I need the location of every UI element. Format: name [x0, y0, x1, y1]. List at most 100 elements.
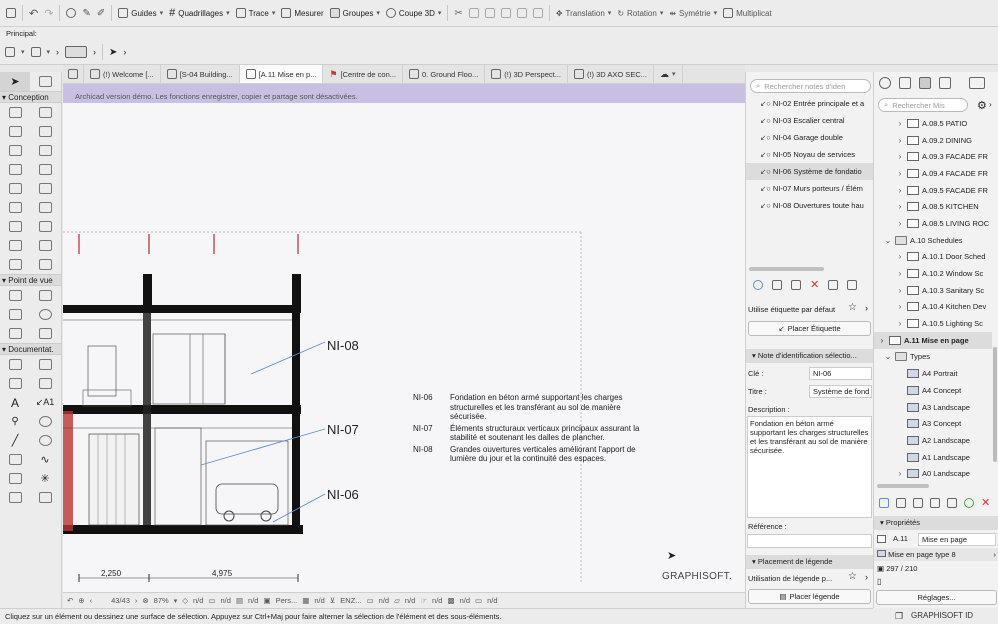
- tree-item[interactable]: A3 Landscape: [874, 399, 992, 416]
- radial-dimension-tool[interactable]: [0, 374, 30, 393]
- chevron-left-icon[interactable]: ‹: [90, 596, 93, 605]
- trim-icon[interactable]: [484, 8, 495, 18]
- layout-settings-icon[interactable]: [947, 498, 957, 508]
- label-tool[interactable]: ↙A1: [30, 393, 60, 412]
- place-legend-button[interactable]: ▤ Placer légende: [748, 589, 871, 604]
- notes-scrollbar[interactable]: [749, 267, 824, 271]
- dimension-tool[interactable]: [0, 355, 30, 374]
- layer-combo[interactable]: n/d: [193, 596, 203, 605]
- beam-tool[interactable]: [30, 122, 60, 141]
- tree-item[interactable]: › A.10.5 Lighting Sc: [874, 315, 992, 332]
- note-tag-ni-08[interactable]: NI-08: [327, 338, 359, 353]
- tree-item[interactable]: › A.08.5 KITCHEN: [874, 198, 992, 215]
- curtainwall-tool[interactable]: [0, 217, 30, 236]
- renovation-combo[interactable]: ENZ...: [340, 596, 361, 605]
- chevron-right-icon[interactable]: ›: [123, 47, 126, 57]
- tab-ground-floor[interactable]: 0. Ground Floo...: [403, 65, 486, 83]
- note-item-ni-02[interactable]: ↙○ NI-02 Entrée principale et a: [746, 95, 874, 112]
- tree-item[interactable]: › A.10.4 Kitchen Dev: [874, 299, 992, 316]
- chevron-right-icon[interactable]: ›: [896, 169, 904, 178]
- morph-tool[interactable]: [30, 217, 60, 236]
- export-icon[interactable]: [847, 280, 858, 290]
- layout-book-icon[interactable]: [919, 77, 931, 89]
- hatch-tool[interactable]: [0, 469, 30, 488]
- notes-search-input[interactable]: ⌕ Rechercher notes d'iden: [750, 79, 871, 93]
- gear-icon[interactable]: ⚙: [977, 99, 987, 112]
- note-item-ni-07[interactable]: ↙○ NI-07 Murs porteurs / Élém: [746, 180, 874, 197]
- layout-canvas[interactable]: Archicad version démo. Les fonctions enr…: [63, 84, 745, 592]
- pointer-icon[interactable]: ➤: [109, 47, 117, 58]
- display-combo[interactable]: n/d: [432, 596, 442, 605]
- angle-dimension-tool[interactable]: [30, 374, 60, 393]
- scissors-icon[interactable]: ✂: [454, 8, 462, 19]
- groups-button[interactable]: Groupes ▾: [329, 8, 380, 18]
- filter-combo[interactable]: n/d: [460, 596, 470, 605]
- tree-item[interactable]: A4 Concept: [874, 382, 992, 399]
- stair-tool[interactable]: [0, 198, 30, 217]
- door-tool[interactable]: [0, 141, 30, 160]
- model-view-combo[interactable]: Pers...: [276, 596, 298, 605]
- structure-combo[interactable]: n/d: [379, 596, 389, 605]
- tree-item[interactable]: ⌄ A.10 Schedules: [874, 232, 992, 249]
- find-select-icon[interactable]: [66, 8, 77, 18]
- detail-tool[interactable]: [0, 324, 30, 343]
- new-subset-icon[interactable]: [896, 498, 906, 508]
- marquee-tool[interactable]: [30, 72, 60, 91]
- fillet-icon[interactable]: [500, 8, 511, 18]
- note-tag-ni-07[interactable]: NI-07: [327, 422, 359, 437]
- eyedropper-icon[interactable]: ✎: [82, 8, 90, 19]
- scale-combo[interactable]: n/d: [221, 596, 231, 605]
- chevron-right-icon[interactable]: ›: [896, 469, 904, 478]
- chevron-right-icon[interactable]: ›: [56, 47, 59, 57]
- spline-tool[interactable]: ∿: [30, 450, 60, 469]
- conception-header[interactable]: ▾ Conception: [0, 91, 61, 103]
- new-folder-icon[interactable]: [913, 498, 923, 508]
- override-combo[interactable]: n/d: [314, 596, 324, 605]
- new-folder-icon[interactable]: [772, 280, 782, 290]
- worksheet-tool[interactable]: [30, 305, 60, 324]
- tree-item[interactable]: › A.10.3 Sanitary Sc: [874, 282, 992, 299]
- note-tag-ni-06[interactable]: NI-06: [327, 487, 359, 502]
- chevron-right-icon[interactable]: ›: [896, 136, 904, 145]
- lamp-tool[interactable]: [30, 160, 60, 179]
- tree-scrollbar[interactable]: [993, 347, 997, 462]
- wall-tool[interactable]: [0, 103, 30, 122]
- navigator-search-input[interactable]: ⌕ Rechercher Mis: [878, 98, 968, 112]
- duplicate-icon[interactable]: [791, 280, 801, 290]
- tree-h-scrollbar[interactable]: [877, 484, 929, 488]
- chevron-right-icon[interactable]: ›: [878, 336, 886, 345]
- column-tool[interactable]: [0, 122, 30, 141]
- chevron-right-icon[interactable]: ›: [896, 202, 904, 211]
- circle-tool[interactable]: [30, 431, 60, 450]
- tab-more[interactable]: ☁ ▾: [654, 65, 683, 83]
- grids-button[interactable]: # Quadrillages ▾: [169, 7, 230, 19]
- symmetry-button[interactable]: ⇹ Symétrie ▾: [669, 9, 717, 18]
- polyline-tool[interactable]: [0, 450, 30, 469]
- chevron-right-icon[interactable]: ›: [896, 186, 904, 195]
- arrow-select-icon[interactable]: [5, 47, 15, 57]
- tab-centre[interactable]: ⚑ [Centre de con...: [323, 65, 403, 83]
- delete-icon[interactable]: ✕: [981, 498, 990, 509]
- tree-item[interactable]: › A.11 Mise en page: [874, 331, 992, 349]
- opening-tool[interactable]: [30, 255, 60, 274]
- measure-button[interactable]: Mesurer: [281, 8, 324, 18]
- dimension-combo[interactable]: n/d: [405, 596, 415, 605]
- pen-set-combo[interactable]: n/d: [248, 596, 258, 605]
- undo-zoom-icon[interactable]: ↶: [67, 596, 73, 605]
- chevron-down-icon[interactable]: ▾: [174, 597, 178, 605]
- tab-layout-a11[interactable]: [A.11 Mise en p...: [239, 65, 324, 83]
- note-item-ni-05[interactable]: ↙○ NI-05 Noyau de services: [746, 146, 874, 163]
- tree-item[interactable]: A1 Landscape: [874, 449, 992, 466]
- new-layout-icon[interactable]: [879, 498, 889, 508]
- overlay-combo[interactable]: n/d: [487, 596, 497, 605]
- chevron-right-icon[interactable]: ›: [896, 302, 904, 311]
- hotspot-tool[interactable]: ✳: [30, 469, 60, 488]
- line-tool[interactable]: ╱: [0, 431, 30, 450]
- section-tool[interactable]: [0, 286, 30, 305]
- tab-welcome[interactable]: (!) Welcome [...: [84, 65, 161, 83]
- star-icon[interactable]: ☆: [848, 302, 857, 313]
- publisher-icon[interactable]: [939, 77, 951, 89]
- note-item-ni-06[interactable]: ↙○ NI-06 Système de fondatio: [746, 163, 874, 180]
- prop-master-type[interactable]: Mise en page type 8 ›: [874, 548, 998, 561]
- skylight-tool[interactable]: [0, 255, 30, 274]
